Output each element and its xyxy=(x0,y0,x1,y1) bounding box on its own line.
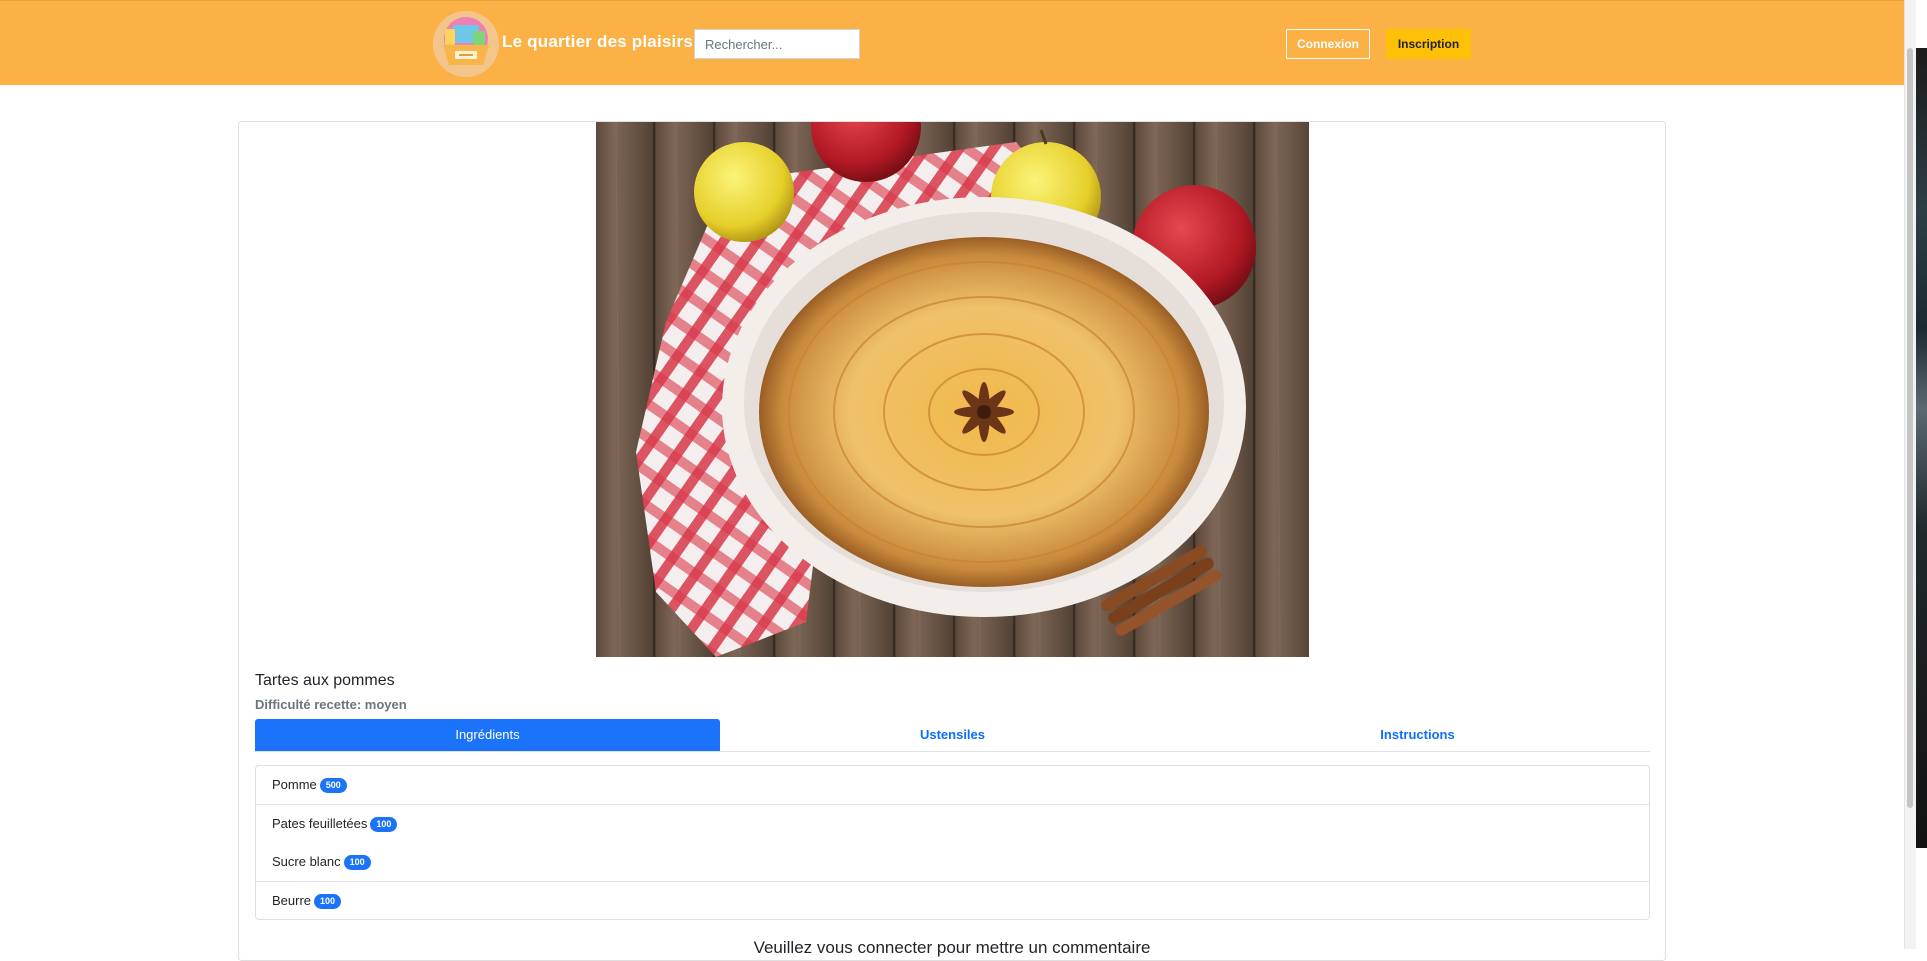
grocery-basket-icon xyxy=(433,11,499,77)
search-input[interactable] xyxy=(694,29,860,59)
apple-tart-image xyxy=(596,122,1309,657)
quantity-badge: 500 xyxy=(319,778,347,794)
background-window-edge xyxy=(1916,48,1927,848)
ingredient-name: Sucre blanc xyxy=(272,854,341,869)
tab-ingredients[interactable]: Ingrédients xyxy=(255,719,720,751)
login-to-comment-note: Veuillez vous connecter pour mettre un c… xyxy=(753,938,1151,957)
quantity-badge: 100 xyxy=(370,817,398,833)
recipe-photo xyxy=(596,122,1309,657)
ingredient-name: Beurre xyxy=(272,893,312,908)
site-brand-name[interactable]: Le quartier des plaisirs xyxy=(502,32,693,52)
list-item: Pates feuilletées 100 xyxy=(256,804,1649,842)
tab-ustensils[interactable]: Ustensiles xyxy=(720,719,1185,751)
ingredient-name: Pomme xyxy=(272,777,317,792)
scrollbar-thumb[interactable] xyxy=(1907,48,1913,808)
ingredient-name: Pates feuilletées xyxy=(272,816,368,831)
recipe-difficulty: Difficulté recette: moyen xyxy=(255,697,407,712)
list-item: Beurre 100 xyxy=(256,881,1649,919)
quantity-badge: 100 xyxy=(343,855,371,871)
recipe-tabs: Ingrédients Ustensiles Instructions xyxy=(255,719,1650,752)
top-navbar: Le quartier des plaisirs Connexion Inscr… xyxy=(0,0,1904,85)
site-logo[interactable] xyxy=(433,11,499,77)
list-item: Sucre blanc 100 xyxy=(256,843,1649,881)
quantity-badge: 100 xyxy=(314,894,342,910)
tab-instructions[interactable]: Instructions xyxy=(1185,719,1650,751)
recipe-title: Tartes aux pommes xyxy=(255,672,395,689)
login-button[interactable]: Connexion xyxy=(1286,29,1370,59)
signup-button[interactable]: Inscription xyxy=(1386,29,1471,59)
ingredient-list: Pomme 500 Pates feuilletées 100 Sucre blan… xyxy=(255,765,1650,920)
list-item: Pomme 500 xyxy=(256,766,1649,804)
